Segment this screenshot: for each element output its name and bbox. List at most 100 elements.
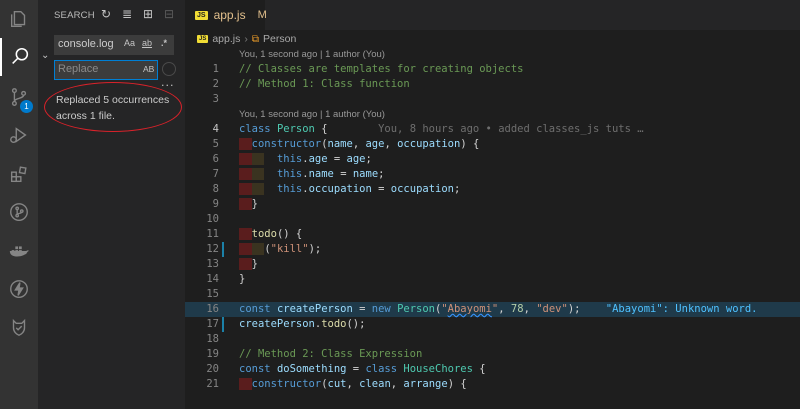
tab-modified-indicator: M <box>257 9 267 21</box>
git-graph-icon[interactable] <box>0 193 38 231</box>
line-number: 4 <box>212 123 219 135</box>
code-line[interactable]: 18 <box>185 332 800 347</box>
extensions-icon[interactable] <box>0 155 38 193</box>
match-case-toggle[interactable]: Aa <box>124 38 135 48</box>
code-text[interactable]: const createPerson = new Person("Abayomi… <box>239 302 757 317</box>
line-number: 3 <box>212 93 219 105</box>
codelens-text[interactable]: You, 1 second ago | 1 author (You) <box>239 107 385 122</box>
code-line[interactable]: 8 this.occupation = occupation; <box>185 182 800 197</box>
breadcrumb-file[interactable]: app.js <box>212 33 240 45</box>
code-line[interactable]: 5 constructor(name, age, occupation) { <box>185 137 800 152</box>
code-text[interactable]: this.age = age; <box>239 152 372 167</box>
breadcrumb: JS app.js › ⧉ Person <box>197 31 296 47</box>
activity-bar: 1 <box>0 0 38 409</box>
code-line[interactable]: 17 createPerson.todo(); <box>185 317 800 332</box>
search-icon[interactable] <box>0 38 38 76</box>
line-number: 12 <box>206 243 219 255</box>
code-line[interactable]: 21 constructor(cut, clean, arrange) { <box>185 377 800 392</box>
line-number: 10 <box>206 213 219 225</box>
codelens-text[interactable]: You, 1 second ago | 1 author (You) <box>239 47 385 62</box>
source-control-icon[interactable]: 1 <box>0 78 38 116</box>
line-number: 19 <box>206 348 219 360</box>
js-file-icon: JS <box>197 35 209 43</box>
git-blame-annotation: You, 8 hours ago • added classes_js tuts… <box>378 123 644 135</box>
preserve-case-toggle[interactable]: AB <box>143 64 154 74</box>
refresh-icon[interactable]: ↻ <box>98 6 114 22</box>
line-number: 6 <box>212 153 219 165</box>
clear-results-icon[interactable]: ≣ <box>119 6 135 22</box>
codelens[interactable]: You, 1 second ago | 1 author (You) <box>185 107 800 122</box>
explorer-icon[interactable] <box>0 0 38 38</box>
code-text[interactable]: this.occupation = occupation; <box>239 182 460 197</box>
code-line[interactable]: 9 } <box>185 197 800 212</box>
code-text[interactable]: } <box>239 272 245 287</box>
code-line[interactable]: 2 // Method 1: Class function <box>185 77 800 92</box>
search-sidebar: SEARCH ↻ ≣ ⊞ ⊟ ⌄ console.log Aa ab .* Re… <box>38 0 185 409</box>
line-number: 2 <box>212 78 219 90</box>
regex-toggle[interactable]: .* <box>161 38 167 48</box>
code-text[interactable]: constructor(name, age, occupation) { <box>239 137 479 152</box>
line-number: 14 <box>206 273 219 285</box>
code-text[interactable]: todo() { <box>239 227 302 242</box>
line-number: 20 <box>206 363 219 375</box>
thunder-client-icon[interactable] <box>0 270 38 308</box>
line-number: 21 <box>206 378 219 390</box>
class-symbol-icon: ⧉ <box>251 33 260 45</box>
code-text[interactable]: // Classes are templates for creating ob… <box>239 62 523 77</box>
toggle-replace-chevron-icon[interactable]: ⌄ <box>41 50 49 61</box>
code-text[interactable]: this.name = name; <box>239 167 384 182</box>
code-line[interactable]: 4 class Person { You, 8 hours ago • adde… <box>185 122 800 137</box>
code-text[interactable]: } <box>239 197 258 212</box>
run-debug-icon[interactable] <box>0 116 38 154</box>
code-line[interactable]: 7 this.name = name; <box>185 167 800 182</box>
sidebar-title: SEARCH <box>54 10 95 21</box>
code-line[interactable]: 15 <box>185 287 800 302</box>
breadcrumb-separator-icon: › <box>244 33 248 45</box>
js-file-icon: JS <box>195 10 208 20</box>
line-number: 7 <box>212 168 219 180</box>
code-line[interactable]: 20 const doSomething = class HouseChores… <box>185 362 800 377</box>
code-line[interactable]: 12 ("kill"); <box>185 242 800 257</box>
docker-icon[interactable] <box>0 232 38 270</box>
sidebar-actions: ↻ ≣ ⊞ ⊟ <box>98 6 177 22</box>
editor: JS app.js M JS app.js › ⧉ Person You, 1 … <box>185 0 800 409</box>
code-line[interactable]: 11 todo() { <box>185 227 800 242</box>
code-text[interactable]: class Person { You, 8 hours ago • added … <box>239 122 644 137</box>
source-control-badge: 1 <box>20 100 33 113</box>
code-text[interactable]: } <box>239 257 258 272</box>
line-number: 18 <box>206 333 219 345</box>
line-number: 16 <box>206 303 219 315</box>
tab-app-js[interactable]: JS app.js M <box>185 0 267 30</box>
line-number: 9 <box>212 198 219 210</box>
breadcrumb-symbol[interactable]: Person <box>263 33 296 45</box>
code-line[interactable]: 13 } <box>185 257 800 272</box>
line-number: 5 <box>212 138 219 150</box>
code-text[interactable]: // Method 1: Class function <box>239 77 410 92</box>
codelens[interactable]: You, 1 second ago | 1 author (You) <box>185 47 800 62</box>
code-text[interactable]: createPerson.todo(); <box>239 317 365 332</box>
line-number: 17 <box>206 318 219 330</box>
remote-icon[interactable] <box>0 308 38 346</box>
code-text[interactable]: const doSomething = class HouseChores { <box>239 362 486 377</box>
code-line[interactable]: 1 // Classes are templates for creating … <box>185 62 800 77</box>
diagnostic-message: "Abayomi": Unknown word. <box>605 303 758 315</box>
whole-word-toggle[interactable]: ab <box>142 38 152 48</box>
line-number: 8 <box>212 183 219 195</box>
code-text[interactable]: ("kill"); <box>239 242 321 257</box>
code-line[interactable]: 3 <box>185 92 800 107</box>
code-line[interactable]: 16 const createPerson = new Person("Abay… <box>185 302 800 318</box>
code-line[interactable]: 19 // Method 2: Class Expression <box>185 347 800 362</box>
code-text[interactable]: // Method 2: Class Expression <box>239 347 422 362</box>
line-number: 15 <box>206 288 219 300</box>
new-search-editor-icon[interactable]: ⊞ <box>140 6 156 22</box>
search-input[interactable]: console.log <box>54 35 174 55</box>
line-number: 13 <box>206 258 219 270</box>
collapse-all-icon: ⊟ <box>163 7 175 21</box>
line-number: 1 <box>212 63 219 75</box>
code-line[interactable]: 10 <box>185 212 800 227</box>
code-line[interactable]: 6 this.age = age; <box>185 152 800 167</box>
code-text[interactable]: constructor(cut, clean, arrange) { <box>239 377 467 392</box>
tab-label: app.js <box>213 8 246 22</box>
code-line[interactable]: 14 } <box>185 272 800 287</box>
replace-all-button[interactable] <box>162 62 176 76</box>
